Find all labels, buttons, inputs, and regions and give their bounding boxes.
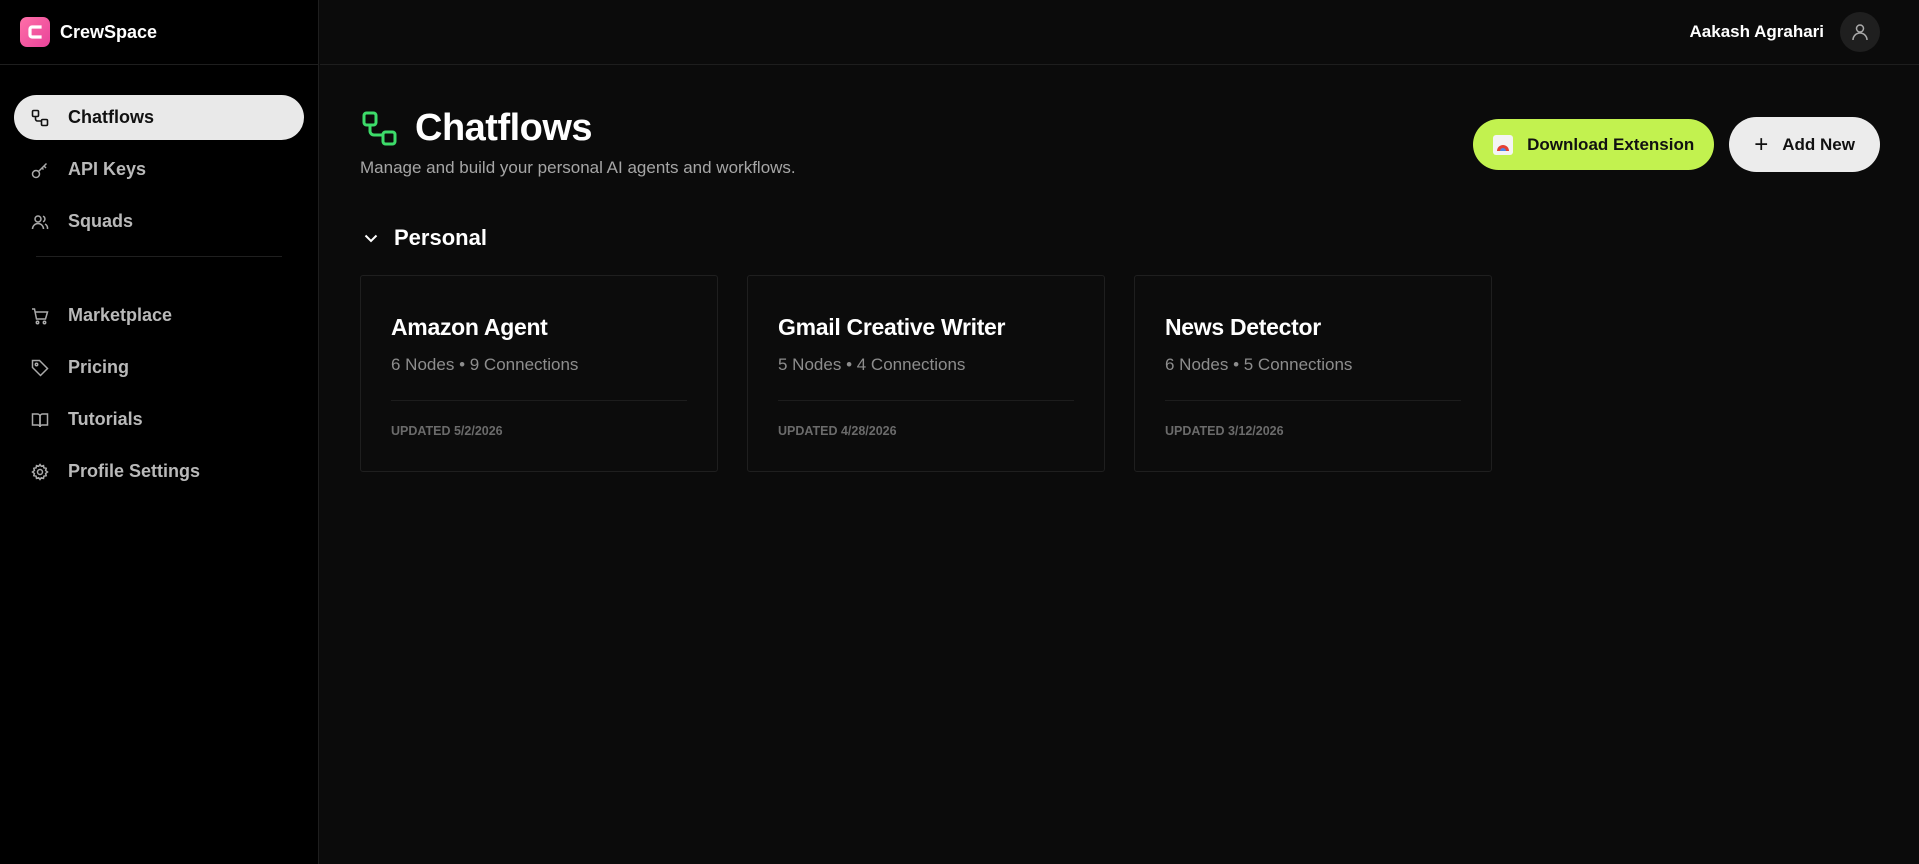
sidebar-item-tutorials[interactable]: Tutorials	[14, 397, 304, 442]
sidebar-item-label: Profile Settings	[68, 461, 201, 481]
user-name: Aakash Agrahari	[1689, 22, 1824, 41]
sidebar-item-label: Pricing	[68, 357, 130, 377]
sidebar-item-label: Chatflows	[68, 107, 155, 127]
crewspace-logo-icon	[20, 17, 50, 47]
card-divider	[391, 400, 687, 401]
card-meta: 6 Nodes • 5 Connections	[1165, 355, 1461, 375]
chatflow-card[interactable]: Amazon Agent 6 Nodes • 9 Connections UPD…	[360, 275, 718, 472]
chatflows-icon	[30, 108, 50, 128]
sidebar-item-profile-settings[interactable]: Profile Settings	[14, 449, 304, 494]
chrome-icon	[1493, 134, 1514, 155]
plus-icon: +	[1754, 130, 1769, 158]
card-updated: UPDATED 5/2/2026	[391, 424, 503, 438]
add-new-button[interactable]: + Add New	[1729, 117, 1880, 172]
card-nodes: 5 Nodes	[778, 355, 842, 374]
nav-divider	[36, 256, 282, 257]
chatflow-card[interactable]: News Detector 6 Nodes • 5 Connections UP…	[1134, 275, 1492, 472]
brand-name: CrewSpace	[60, 21, 158, 42]
brand[interactable]: CrewSpace	[0, 0, 318, 65]
topbar: Aakash Agrahari	[320, 0, 1919, 65]
chatflow-cards: Amazon Agent 6 Nodes • 9 Connections UPD…	[360, 275, 1492, 472]
sidebar-item-label: Marketplace	[68, 305, 173, 325]
book-icon	[30, 410, 50, 430]
card-meta: 5 Nodes • 4 Connections	[778, 355, 1074, 375]
download-extension-label: Download Extension	[1527, 134, 1695, 154]
add-new-label: Add New	[1782, 134, 1855, 154]
header-actions: Download Extension + Add New	[1473, 117, 1880, 172]
card-connections: 9 Connections	[469, 355, 579, 374]
chatflows-icon	[362, 111, 397, 145]
sidebar-item-chatflows[interactable]: Chatflows	[14, 95, 304, 140]
card-title: Amazon Agent	[391, 314, 548, 340]
cart-icon	[30, 306, 50, 326]
card-meta: 6 Nodes • 9 Connections	[391, 355, 687, 375]
card-updated: UPDATED 3/12/2026	[1165, 424, 1284, 438]
tag-icon	[30, 358, 50, 378]
download-extension-button[interactable]: Download Extension	[1473, 119, 1715, 170]
sidebar-item-label: Squads	[68, 211, 134, 231]
user-icon	[1852, 24, 1868, 41]
chatflow-card[interactable]: Gmail Creative Writer 5 Nodes • 4 Connec…	[747, 275, 1105, 472]
sidebar-item-squads[interactable]: Squads	[14, 199, 304, 244]
sidebar-item-api-keys[interactable]: API Keys	[14, 147, 304, 192]
sidebar: CrewSpace Chatflows API Keys Squads Mark…	[0, 0, 319, 864]
page-header: Chatflows Manage and build your personal…	[360, 65, 1880, 185]
card-nodes: 6 Nodes	[1165, 355, 1229, 374]
gear-icon	[30, 462, 50, 482]
section-title: Personal	[394, 225, 487, 250]
key-icon	[30, 160, 50, 180]
sidebar-item-label: Tutorials	[68, 409, 143, 429]
page-subtitle: Manage and build your personal AI agents…	[360, 158, 796, 177]
chevron-down-icon	[364, 234, 378, 243]
card-divider	[1165, 400, 1461, 401]
meta-dot: •	[459, 355, 470, 374]
card-connections: 4 Connections	[856, 355, 966, 374]
card-title: Gmail Creative Writer	[778, 314, 1006, 340]
avatar[interactable]	[1840, 12, 1880, 52]
page-title: Chatflows	[415, 107, 593, 149]
sidebar-nav: Chatflows API Keys Squads Marketplace Pr…	[0, 65, 318, 494]
main-content: Chatflows Manage and build your personal…	[360, 65, 1880, 472]
sidebar-item-label: API Keys	[68, 159, 147, 179]
card-connections: 5 Connections	[1243, 355, 1353, 374]
users-icon	[30, 212, 50, 232]
meta-dot: •	[1233, 355, 1244, 374]
section-toggle-personal[interactable]: Personal	[362, 225, 487, 251]
meta-dot: •	[846, 355, 857, 374]
sidebar-item-marketplace[interactable]: Marketplace	[14, 293, 304, 338]
card-nodes: 6 Nodes	[391, 355, 455, 374]
card-title: News Detector	[1165, 314, 1321, 340]
sidebar-item-pricing[interactable]: Pricing	[14, 345, 304, 390]
title-row: Chatflows	[361, 107, 593, 150]
card-updated: UPDATED 4/28/2026	[778, 424, 897, 438]
card-divider	[778, 400, 1074, 401]
